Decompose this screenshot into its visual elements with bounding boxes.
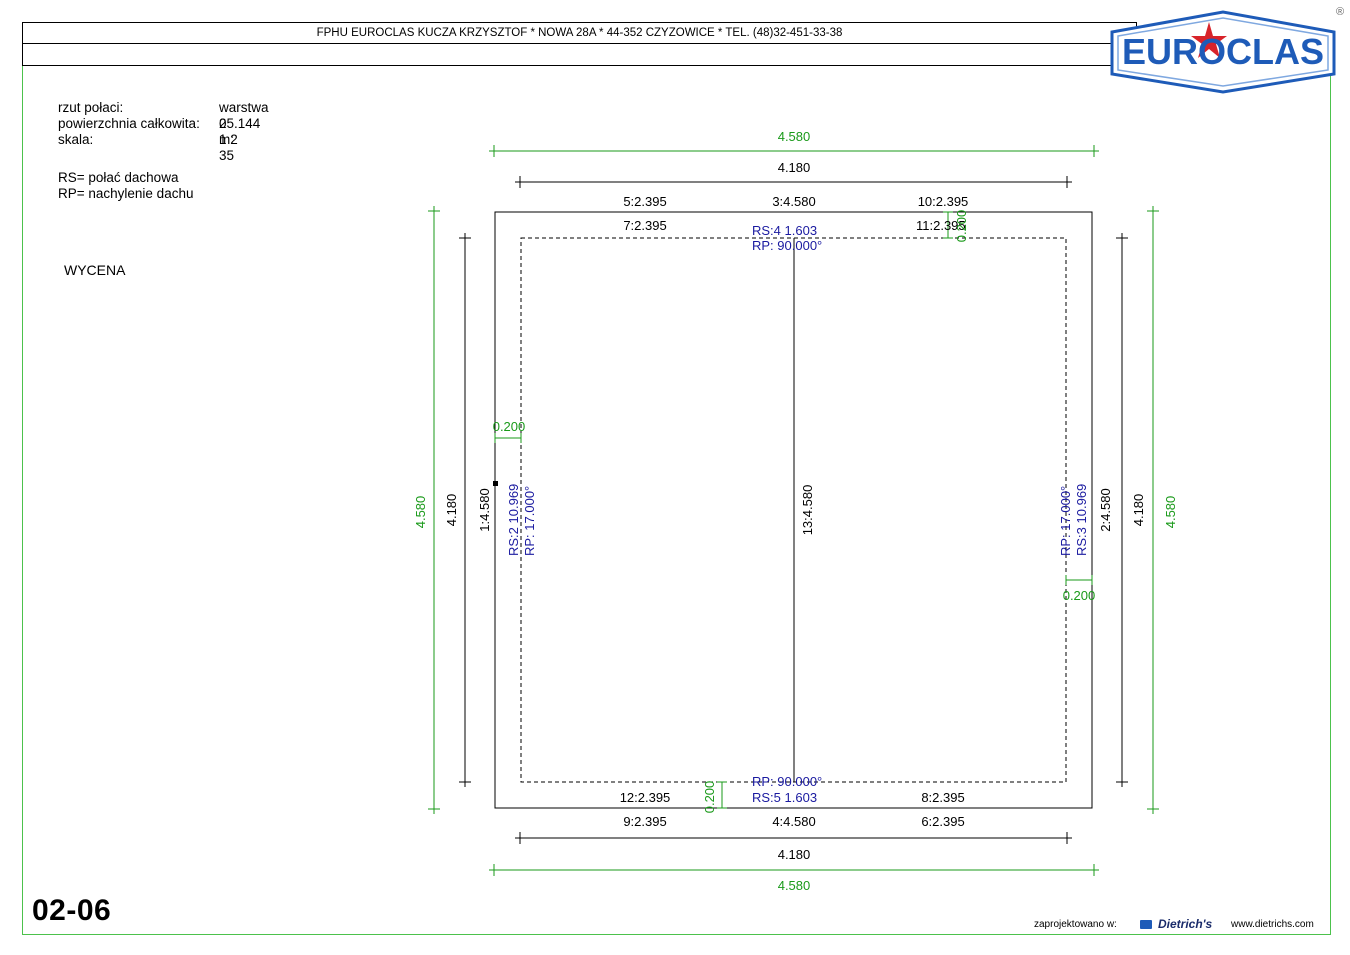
rp-bottom-label: RP: 90.000°: [752, 774, 822, 789]
edge-10-label: 10:2.395: [918, 194, 969, 209]
dim-right-gap-label: 0.200: [1063, 588, 1096, 603]
edge-7-label: 7:2.395: [623, 218, 666, 233]
edge-3-label: 3:4.580: [772, 194, 815, 209]
website-link[interactable]: www.dietrichs.com: [1231, 919, 1314, 930]
dim-bottom-inner-label: 4.180: [778, 847, 811, 862]
dim-right-outer-label: 4.580: [1163, 496, 1178, 529]
edge-2-label: 2:4.580: [1098, 488, 1113, 531]
edge-5-label: 5:2.395: [623, 194, 666, 209]
dim-bottom-gap-label: 0.200: [702, 781, 717, 814]
rs-4-label: RS:4 1.603: [752, 223, 817, 238]
dietrichs-icon: [1140, 920, 1152, 929]
sheet-code: 02-06: [32, 894, 112, 927]
designed-in-label: zaprojektowano w:: [1034, 919, 1117, 930]
edge-6-label: 6:2.395: [921, 814, 964, 829]
edge-1-label: 1:4.580: [477, 488, 492, 531]
rp-left-label: RP: 17.000°: [522, 486, 537, 556]
edge-8-label: 8:2.395: [921, 790, 964, 805]
rs-3-label: RS:3 10.969: [1074, 484, 1089, 556]
rp-right-label: RP: 17.000°: [1058, 486, 1073, 556]
dim-left-outer-label: 4.580: [413, 496, 428, 529]
dim-left-inner-label: 4.180: [444, 494, 459, 527]
credit-block: zaprojektowano w: Dietrich's www.dietric…: [1034, 917, 1328, 933]
edge-12-label: 12:2.395: [620, 790, 671, 805]
edge-4-label: 4:4.580: [772, 814, 815, 829]
dim-left-gap-label: 0.200: [493, 419, 526, 434]
dim-top-outer-label: 4.580: [778, 129, 811, 144]
edge-13-label: 13:4.580: [800, 485, 815, 536]
rp-top-label: RP: 90.000°: [752, 238, 822, 253]
rs-2-label: RS:2 10.969: [506, 484, 521, 556]
edge-9-label: 9:2.395: [623, 814, 666, 829]
dim-right-inner-label: 4.180: [1131, 494, 1146, 527]
rs-5-label: RS:5 1.603: [752, 790, 817, 805]
dim-top-gap-label: 0.200: [954, 210, 969, 243]
software-name: Dietrich's: [1158, 917, 1213, 931]
dim-bottom-outer-label: 4.580: [778, 878, 811, 893]
roof-plan-drawing: 4.180 5:2.395 3:4.580 10:2.395 7:2.395 1…: [413, 129, 1178, 893]
dim-top-inner-label: 4.180: [778, 160, 811, 175]
anchor-point: [493, 481, 498, 486]
